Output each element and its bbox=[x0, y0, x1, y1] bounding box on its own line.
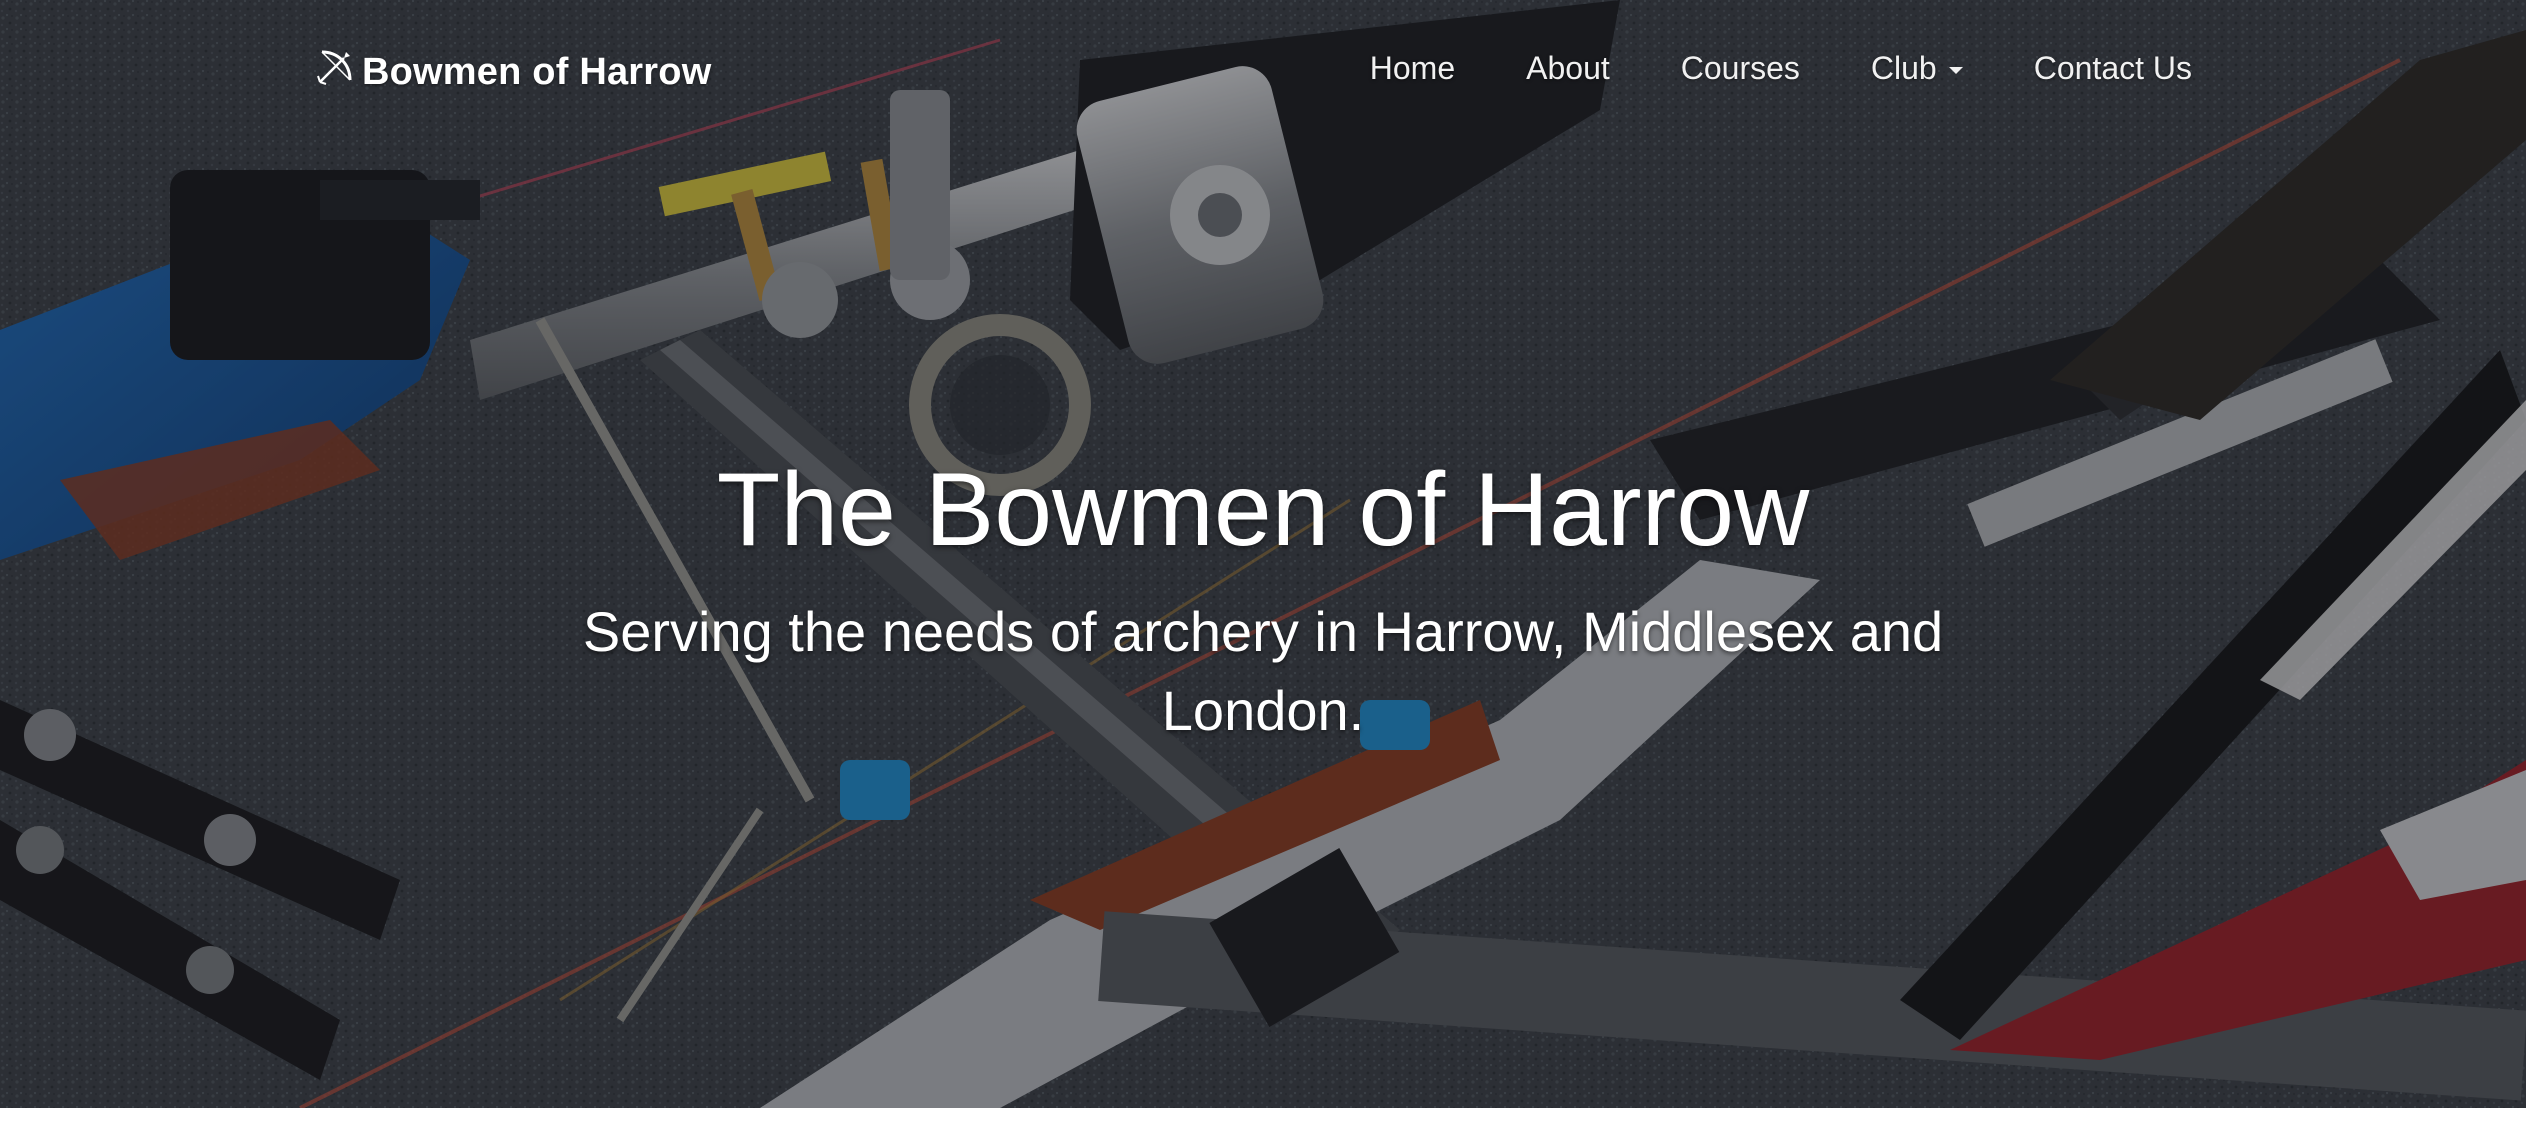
hero-title: The Bowmen of Harrow bbox=[716, 452, 1810, 568]
nav-link-home[interactable]: Home bbox=[1370, 50, 1455, 87]
hero-content: The Bowmen of Harrow Serving the needs o… bbox=[0, 440, 2526, 750]
nav-link-label: About bbox=[1526, 49, 1610, 86]
hero-subtitle: Serving the needs of archery in Harrow, … bbox=[582, 600, 1944, 742]
nav-link-label: Courses bbox=[1680, 49, 1800, 86]
nav-link-courses[interactable]: Courses bbox=[1681, 50, 1800, 87]
hero-section: Bowmen of Harrow Home About Courses Club… bbox=[0, 0, 2526, 1108]
bow-and-arrow-icon bbox=[317, 50, 352, 85]
top-navbar: Bowmen of Harrow Home About Courses Club… bbox=[0, 0, 2526, 140]
brand-link[interactable]: Bowmen of Harrow bbox=[316, 44, 711, 100]
nav-link-label: Contact Us bbox=[2033, 49, 2192, 86]
nav-link-contact-us[interactable]: Contact Us bbox=[2034, 50, 2192, 87]
nav-menu: Home About Courses Club Contact Us bbox=[1370, 44, 2192, 92]
nav-link-about[interactable]: About bbox=[1526, 50, 1610, 87]
nav-link-label: Club bbox=[1870, 49, 1937, 86]
brand-label: Bowmen of Harrow bbox=[362, 50, 712, 93]
nav-link-label: Home bbox=[1369, 49, 1456, 86]
nav-dropdown-club[interactable]: Club bbox=[1871, 50, 1963, 87]
page-content-area bbox=[0, 1108, 2526, 1145]
caret-down-icon bbox=[1948, 66, 1963, 74]
